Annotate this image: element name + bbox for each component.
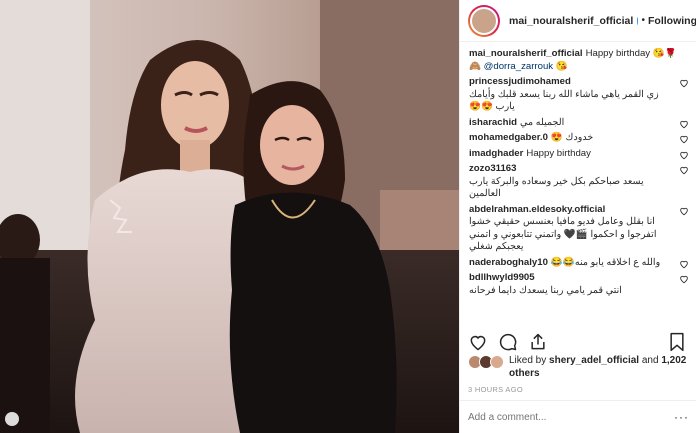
comment-text: 😂😂والله ع اخلاقه يابو منه [550, 256, 661, 268]
like-comment-heart-icon[interactable] [679, 165, 689, 175]
comment-item: princessjudimohamed زي القمر ياهي ماشاء ا… [469, 76, 689, 114]
post-header: mai_nouralsherif_official • Following [460, 0, 696, 42]
comment-item: imadghader Happy birthday [469, 148, 689, 161]
post-photo-illustration [0, 0, 459, 433]
like-comment-heart-icon[interactable] [679, 259, 689, 269]
comment-item: mohamedgaber.0 😍 خدودك [469, 132, 689, 145]
like-comment-heart-icon[interactable] [679, 150, 689, 160]
like-comment-heart-icon[interactable] [679, 134, 689, 144]
comment-username[interactable]: zozo31163 [469, 163, 516, 174]
caption-mention[interactable]: @dorra_zarrouk [484, 61, 553, 72]
caption-text: Happy birthday 😘🌹 [585, 48, 677, 59]
like-comment-heart-icon[interactable] [679, 206, 689, 216]
comment-username[interactable]: isharachid [469, 117, 517, 128]
like-comment-heart-icon[interactable] [679, 78, 689, 88]
comment-item: bdllhwyld9905 انتي قمر يامي ربنا يسعدك دا… [469, 272, 689, 297]
comments-list: mai_nouralsherif_official Happy birthday … [460, 48, 696, 326]
post-timestamp[interactable]: 3 HOURS AGO [468, 385, 523, 394]
comment-text: انتي قمر يامي ربنا يسعدك دايما فرحانه [469, 284, 622, 296]
post-actions [468, 332, 558, 352]
bookmark-icon[interactable] [668, 332, 686, 352]
comment-item: zozo31163 يسعد صباحكم بكل خير وسعاده والب… [469, 163, 689, 201]
comment-text: انا بقلل وعامل فديو مافيا بعنسس حقيقي خش… [469, 216, 657, 252]
author-avatar-image [470, 6, 498, 35]
separator-dot: • [641, 15, 645, 26]
likes-prefix: Liked by [509, 355, 547, 366]
comment-text: 😍 خدودك [550, 132, 594, 143]
verified-badge-icon [637, 16, 639, 25]
comment-username[interactable]: bdllhwyld9905 [469, 272, 535, 283]
likes-user[interactable]: shery_adel_official [549, 355, 639, 366]
comment-text: زي القمر ياهي ماشاء الله ربنا يسعد قلبك … [469, 88, 659, 113]
comment-item: naderaboghaly10 😂😂والله ع اخلاقه يابو منه [469, 257, 689, 270]
comment-text: Happy birthday [526, 147, 591, 159]
add-comment-input[interactable] [468, 411, 648, 423]
author-avatar[interactable] [468, 4, 500, 37]
comment-username[interactable]: naderaboghaly10 [469, 257, 548, 268]
like-comment-heart-icon[interactable] [679, 274, 689, 284]
more-options-icon[interactable]: ··· [674, 410, 689, 424]
comment-text: الجميله مي [520, 116, 565, 128]
likes-text: Liked by shery_adel_official and 1,202 o… [509, 354, 690, 380]
likes-and: and [641, 355, 659, 366]
comment-username[interactable]: princessjudimohamed [469, 76, 571, 87]
comment-username[interactable]: mohamedgaber.0 [469, 132, 548, 143]
comment-text: يسعد صباحكم بكل خير وسعاده والبركة يارب … [469, 175, 644, 200]
liker-avatar[interactable] [490, 355, 504, 369]
post-photo[interactable] [0, 0, 459, 433]
comment-item: abdelrahman.eldesoky.official انا بقلل وع… [469, 204, 689, 254]
following-button[interactable]: Following [648, 15, 696, 27]
likes-summary: Liked by shery_adel_official and 1,202 o… [468, 354, 690, 380]
comment-item: isharachid الجميله مي [469, 117, 689, 130]
like-comment-heart-icon[interactable] [679, 119, 689, 129]
caption: mai_nouralsherif_official Happy birthday … [469, 48, 689, 73]
caption-username[interactable]: mai_nouralsherif_official [469, 48, 583, 59]
comment-username[interactable]: imadghader [469, 148, 523, 159]
author-username[interactable]: mai_nouralsherif_official [509, 15, 633, 27]
liker-avatars [468, 355, 504, 369]
caption-tail: 😘 [555, 60, 568, 72]
like-heart-icon[interactable] [468, 332, 488, 352]
post-side-panel: mai_nouralsherif_official • Following ma… [459, 0, 696, 433]
comment-bubble-icon[interactable] [498, 332, 518, 352]
caption-prefix: 🙈 [469, 60, 484, 72]
add-comment-bar: ··· [460, 400, 696, 433]
comment-username[interactable]: abdelrahman.eldesoky.official [469, 204, 605, 215]
share-icon[interactable] [528, 332, 548, 352]
